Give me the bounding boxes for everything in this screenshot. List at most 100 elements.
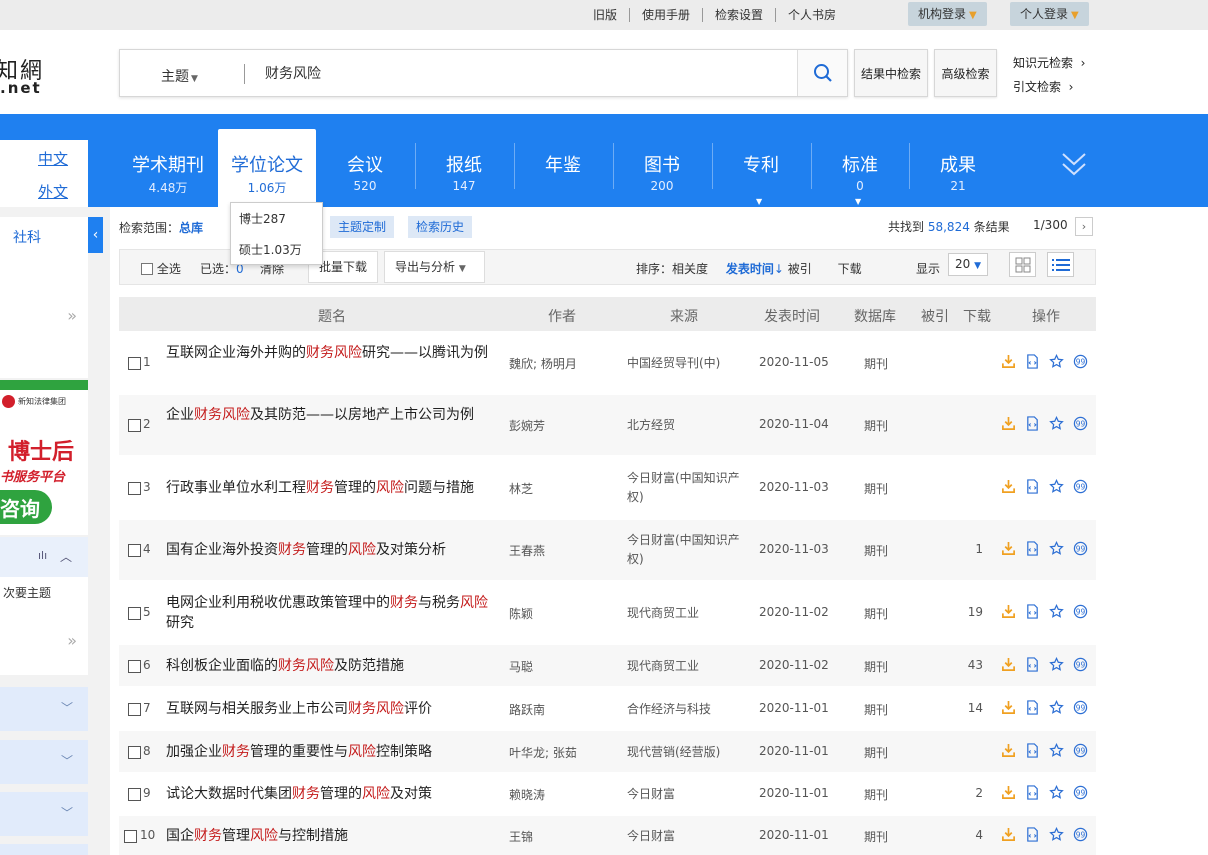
search-settings-link[interactable]: 检索设置 (701, 8, 775, 22)
source-link[interactable]: 现代商贸工业 (627, 657, 751, 676)
article-title-link[interactable]: 互联网企业海外并购的财务风险研究——以腾讯为例 (166, 343, 496, 363)
table-row[interactable]: 8 加强企业财务管理的重要性与风险控制策略 叶华龙; 张茹 现代营销(经营版) 2020… (119, 731, 1096, 772)
article-title-link[interactable]: 试论大数据时代集团财务管理的风险及对策 (166, 784, 496, 804)
search-input[interactable] (265, 58, 785, 88)
author-link[interactable]: 王锦 (509, 828, 533, 845)
col-database[interactable]: 数据库 (854, 306, 896, 326)
sidebar-collapse-button[interactable]: ‹ (88, 217, 103, 253)
source-link[interactable]: 现代营销(经营版) (627, 743, 751, 762)
favorite-star-icon[interactable] (1049, 541, 1064, 556)
table-row[interactable]: 1 互联网企业海外并购的财务风险研究——以腾讯为例 魏欣; 杨明月 中国经贸导刊(中)… (119, 333, 1096, 393)
cite-quote-icon[interactable]: 99 (1073, 416, 1088, 431)
html-read-icon[interactable] (1025, 354, 1040, 369)
download-icon[interactable] (1001, 604, 1016, 619)
cite-quote-icon[interactable]: 99 (1073, 479, 1088, 494)
source-link[interactable]: 今日财富(中国知识产权) (627, 469, 751, 507)
source-link[interactable]: 北方经贸 (627, 416, 751, 435)
list-view-button[interactable] (1047, 252, 1074, 277)
author-link[interactable]: 魏欣; 杨明月 (509, 355, 577, 372)
article-title-link[interactable]: 企业财务风险及其防范——以房地产上市公司为例 (166, 405, 496, 425)
author-link[interactable]: 马聪 (509, 658, 533, 675)
row-checkbox[interactable] (128, 703, 141, 716)
table-row[interactable]: 10 国企财务管理风险与控制措施 王锦 今日财富 2020-11-01 期刊 4 99 (119, 816, 1096, 855)
cite-quote-icon[interactable]: 99 (1073, 354, 1088, 369)
row-checkbox[interactable] (128, 746, 141, 759)
lang-chinese-link[interactable]: 中文 (38, 148, 68, 169)
favorite-star-icon[interactable] (1049, 827, 1064, 842)
html-read-icon[interactable] (1025, 416, 1040, 431)
favorite-star-icon[interactable] (1049, 700, 1064, 715)
tab-patents[interactable]: 专利 (712, 129, 810, 207)
table-row[interactable]: 6 科创板企业面临的财务风险及防范措施 马聪 现代商贸工业 2020-11-02 期刊 43… (119, 645, 1096, 686)
cited-count[interactable]: 2 (949, 786, 983, 800)
row-checkbox[interactable] (128, 357, 141, 370)
author-link[interactable]: 林芝 (509, 480, 533, 497)
favorite-star-icon[interactable] (1049, 657, 1064, 672)
cite-quote-icon[interactable]: 99 (1073, 785, 1088, 800)
source-link[interactable]: 中国经贸导刊(中) (627, 354, 751, 373)
source-link[interactable]: 今日财富 (627, 827, 751, 846)
tab-conferences[interactable]: 会议 520 (316, 129, 414, 207)
manual-link[interactable]: 使用手册 (628, 8, 702, 22)
tab-yearbooks[interactable]: 年鉴 (514, 129, 612, 207)
download-icon[interactable] (1001, 743, 1016, 758)
cited-count[interactable]: 14 (949, 701, 983, 715)
sidebar-facet-3[interactable]: ﹀ (0, 792, 88, 836)
sidebar-facet-4[interactable] (0, 844, 88, 855)
sort-date[interactable]: 发表时间 (726, 262, 774, 276)
cited-count[interactable]: 43 (949, 658, 983, 672)
article-title-link[interactable]: 互联网与相关服务业上市公司财务风险评价 (166, 699, 496, 719)
author-link[interactable]: 路跃南 (509, 701, 545, 718)
sidebar-category[interactable]: 社科 (0, 217, 88, 254)
sidebar-more-link[interactable]: » (67, 631, 77, 650)
favorite-star-icon[interactable] (1049, 416, 1064, 431)
table-row[interactable]: 4 国有企业海外投资财务管理的风险及对策分析 王春燕 今日财富(中国知识产权) 2020… (119, 520, 1096, 580)
download-icon[interactable] (1001, 541, 1016, 556)
bar-chart-icon[interactable]: ılı (38, 549, 47, 562)
select-all[interactable]: 全选 (141, 260, 181, 277)
col-cited[interactable]: 被引 (921, 306, 949, 326)
knowledge-search-link[interactable]: 知识元检索 › (1013, 54, 1085, 71)
cited-count[interactable]: 4 (949, 828, 983, 842)
col-source[interactable]: 来源 (670, 306, 698, 326)
tab-achievements[interactable]: 成果 21 (909, 129, 1007, 207)
source-link[interactable]: 现代商贸工业 (627, 604, 751, 623)
article-title-link[interactable]: 国有企业海外投资财务管理的风险及对策分析 (166, 540, 496, 560)
org-login-button[interactable]: 机构登录 ▼ (908, 2, 987, 26)
dropdown-phd[interactable]: 博士287 (239, 210, 286, 227)
favorite-star-icon[interactable] (1049, 604, 1064, 619)
author-link[interactable]: 赖晓涛 (509, 786, 545, 803)
favorite-star-icon[interactable] (1049, 354, 1064, 369)
expand-tabs-icon[interactable] (1060, 150, 1088, 183)
col-date[interactable]: 发表时间 (764, 306, 820, 326)
dropdown-master[interactable]: 硕士1.03万 (239, 241, 302, 258)
tab-journals[interactable]: 学术期刊 4.48万 (119, 129, 217, 207)
row-checkbox[interactable] (128, 607, 141, 620)
html-read-icon[interactable] (1025, 785, 1040, 800)
personal-login-button[interactable]: 个人登录 ▼ (1010, 2, 1089, 26)
html-read-icon[interactable] (1025, 827, 1040, 842)
cited-count[interactable]: 1 (949, 542, 983, 556)
sidebar-more-link[interactable]: » (67, 306, 77, 325)
personal-library-link[interactable]: 个人书房 (774, 8, 848, 22)
tab-dissertations[interactable]: 学位论文 1.06万 (218, 129, 316, 207)
sidebar-facet-2[interactable]: ﹀ (0, 740, 88, 784)
col-author[interactable]: 作者 (548, 306, 576, 326)
download-icon[interactable] (1001, 700, 1016, 715)
article-title-link[interactable]: 国企财务管理风险与控制措施 (166, 826, 496, 846)
tab-newspapers[interactable]: 报纸 147 (415, 129, 513, 207)
author-link[interactable]: 叶华龙; 张茹 (509, 744, 577, 761)
html-read-icon[interactable] (1025, 604, 1040, 619)
html-read-icon[interactable] (1025, 743, 1040, 758)
cite-quote-icon[interactable]: 99 (1073, 827, 1088, 842)
source-link[interactable]: 合作经济与科技 (627, 700, 751, 719)
article-title-link[interactable]: 加强企业财务管理的重要性与风险控制策略 (166, 742, 496, 762)
row-checkbox[interactable] (128, 788, 141, 801)
row-checkbox[interactable] (124, 830, 137, 843)
table-row[interactable]: 5 电网企业利用税收优惠政策管理中的财务与税务风险研究 陈颖 现代商贸工业 2020-1… (119, 582, 1096, 643)
download-icon[interactable] (1001, 354, 1016, 369)
grid-view-button[interactable] (1009, 252, 1036, 277)
search-scope-select[interactable]: 主题 ▼ (161, 66, 198, 86)
table-row[interactable]: 2 企业财务风险及其防范——以房地产上市公司为例 彭婉芳 北方经贸 2020-11-04… (119, 395, 1096, 455)
cite-quote-icon[interactable]: 99 (1073, 604, 1088, 619)
